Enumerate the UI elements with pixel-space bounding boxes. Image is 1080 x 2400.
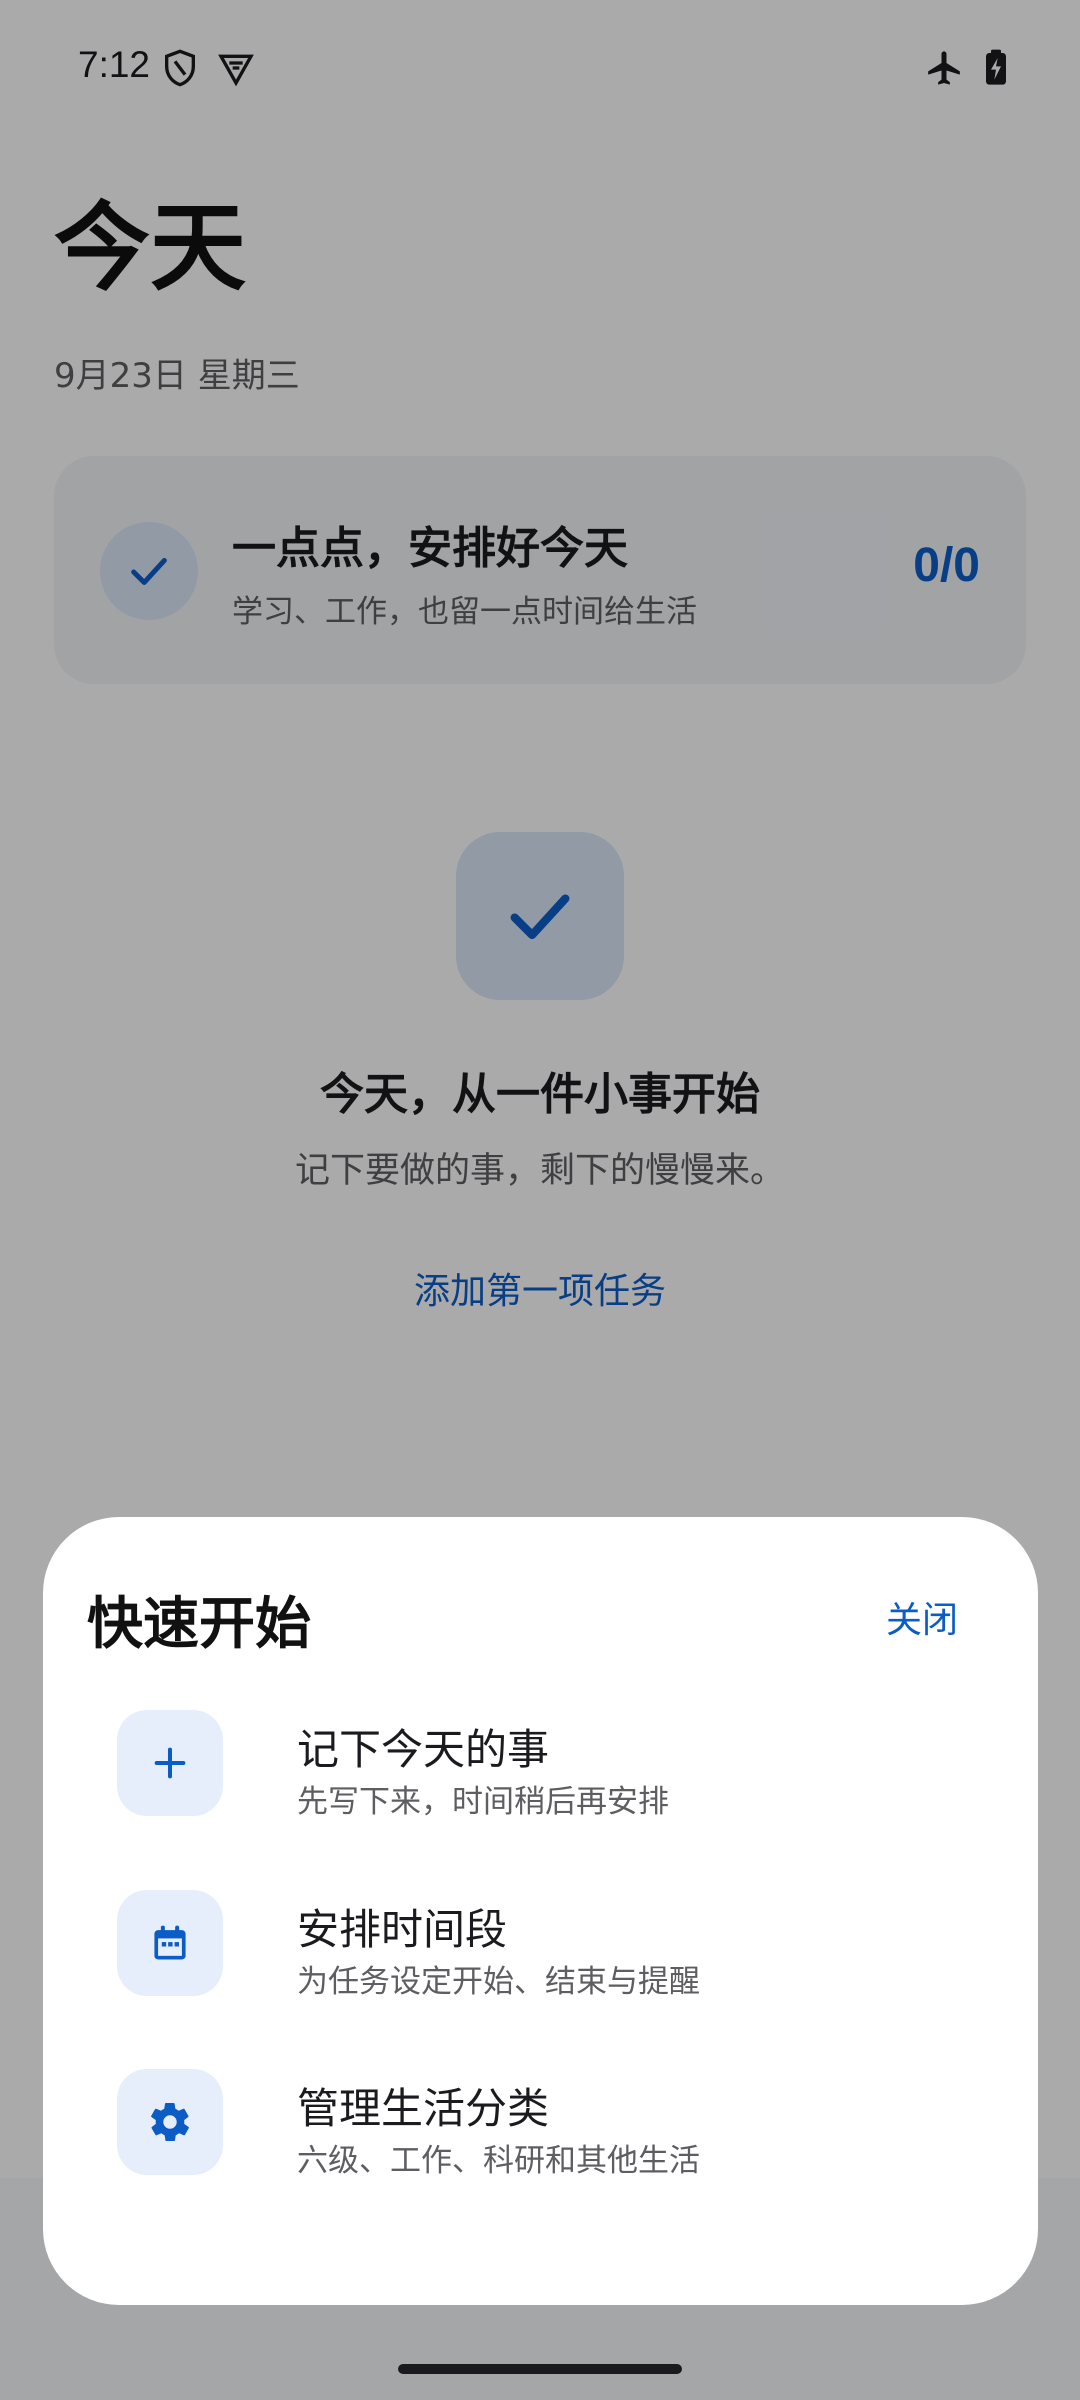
item-title: 管理生活分类 — [297, 2084, 550, 2133]
sheet-title: 快速开始 — [87, 1592, 311, 1657]
item-title: 记下今天的事 — [297, 1725, 550, 1774]
quick-start-item-categories[interactable]: 管理生活分类 六级、工作、科研和其他生活 — [117, 2069, 977, 2179]
item-subtitle: 先写下来，时间稍后再安排 — [297, 1784, 669, 1820]
gesture-navigation-bar[interactable] — [398, 2364, 682, 2374]
item-title: 安排时间段 — [297, 1905, 508, 1954]
quick-start-sheet: 快速开始 关闭 记下今天的事 先写下来，时间稍后再安排 安排时间段 为任务设定开… — [43, 1517, 1038, 2305]
app-screen: 7:12 今天 9月23日 星期三 一点点，安排好今天 学习、工作，也留一点时间… — [0, 0, 1080, 2400]
plus-icon — [117, 1710, 223, 1816]
item-subtitle: 六级、工作、科研和其他生活 — [297, 2143, 700, 2179]
close-button[interactable]: 关闭 — [886, 1591, 958, 1643]
gear-icon — [117, 2069, 223, 2175]
quick-start-item-add-task[interactable]: 记下今天的事 先写下来，时间稍后再安排 — [117, 1710, 977, 1820]
calendar-icon — [117, 1890, 223, 1996]
item-subtitle: 为任务设定开始、结束与提醒 — [297, 1964, 700, 2000]
quick-start-item-schedule[interactable]: 安排时间段 为任务设定开始、结束与提醒 — [117, 1890, 977, 2000]
